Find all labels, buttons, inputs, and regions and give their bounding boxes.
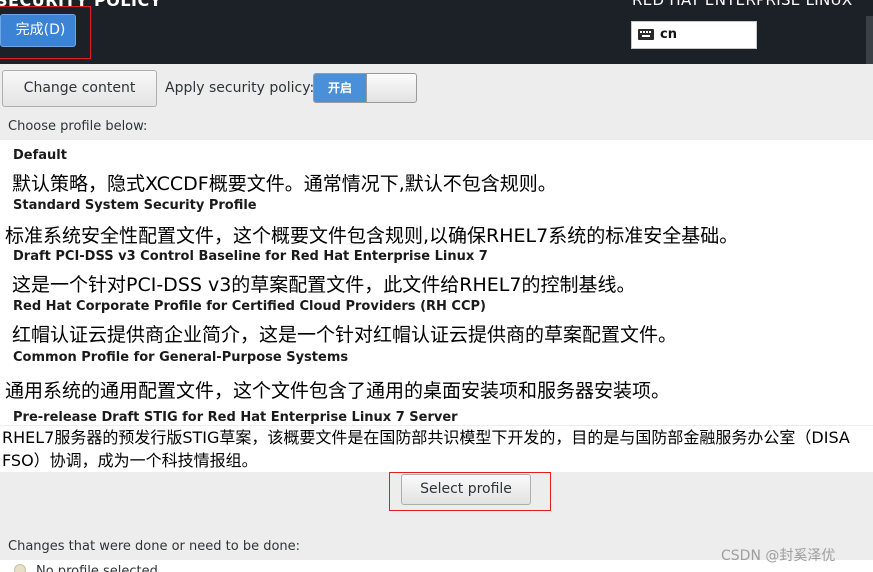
changes-item: No profile selected	[36, 564, 158, 572]
change-content-button[interactable]: Change content	[2, 70, 157, 107]
toggle-on-label: 开启	[314, 74, 366, 102]
profile-title: Red Hat Corporate Profile for Certified …	[13, 299, 486, 314]
header-bar: SECURITY POLICY RED HAT ENTERPRISE LINUX…	[0, 0, 873, 64]
header-edge	[866, 16, 873, 64]
profile-title: Standard System Security Profile	[13, 198, 257, 213]
info-dot-icon	[14, 564, 26, 572]
profile-note: 标准系统安全性配置文件，这个概要文件包含规则,以确保RHEL7系统的标准安全基础…	[5, 225, 739, 247]
toggle-knob	[366, 74, 416, 102]
select-profile-button[interactable]: Select profile	[401, 474, 531, 505]
profile-list: Default 默认策略，隐式XCCDF概要文件。通常情况下,默认不包含规则。 …	[0, 140, 873, 425]
watermark: CSDN @封奚泽优	[721, 548, 836, 564]
profile-title: Pre-release Draft STIG for Red Hat Enter…	[13, 410, 458, 425]
profile-note: 这是一个针对PCI-DSS v3的草案配置文件，此文件给RHEL7的控制基线。	[12, 274, 636, 296]
profile-note: 红帽认证云提供商企业简介，这是一个针对红帽认证云提供商的草案配置文件。	[12, 324, 678, 346]
keyboard-layout-label: cn	[660, 27, 677, 42]
product-title: RED HAT ENTERPRISE LINUX	[632, 0, 853, 9]
changes-heading: Changes that were done or need to be don…	[8, 539, 301, 554]
profile-title: Default	[13, 148, 67, 163]
profile-title: Draft PCI-DSS v3 Control Baseline for Re…	[13, 249, 488, 264]
profile-note: 默认策略，隐式XCCDF概要文件。通常情况下,默认不包含规则。	[12, 173, 557, 195]
profile-title: Common Profile for General-Purpose Syste…	[13, 350, 349, 365]
profile-note: 通用系统的通用配置文件，这个文件包含了通用的桌面安装项和服务器安装项。	[5, 380, 671, 402]
spoke-title: SECURITY POLICY	[0, 0, 162, 10]
keyboard-layout-indicator[interactable]: cn	[631, 21, 757, 49]
profile-note-stig: RHEL7服务器的预发行版STIG草案，该概要文件是在国防部共识模型下开发的，目…	[0, 426, 873, 472]
choose-profile-heading: Choose profile below:	[8, 119, 148, 134]
done-button[interactable]: 完成(D)	[0, 14, 76, 47]
apply-policy-toggle[interactable]: 开启	[313, 73, 417, 103]
apply-policy-label: Apply security policy:	[165, 80, 315, 96]
keyboard-icon	[638, 29, 654, 40]
